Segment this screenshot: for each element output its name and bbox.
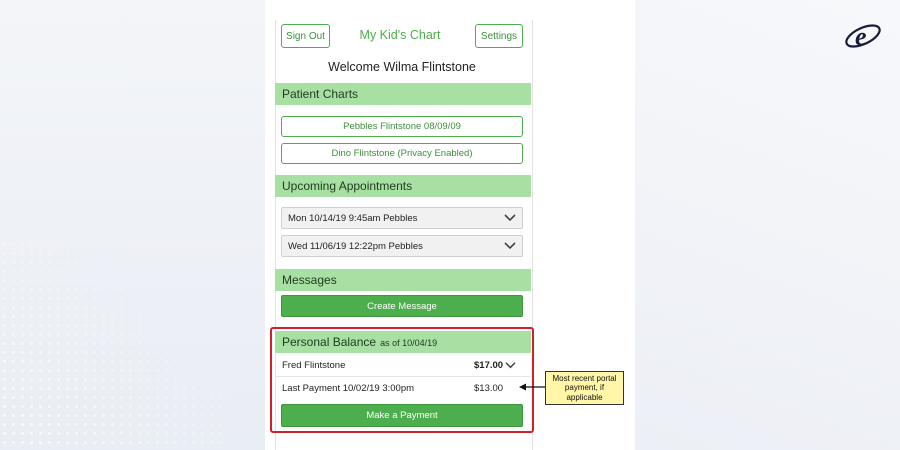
balance-highlight-box: [270, 327, 534, 433]
section-title: Messages: [282, 273, 337, 287]
section-patient-charts: Patient Charts: [275, 83, 531, 105]
settings-button[interactable]: Settings: [475, 24, 523, 48]
appointment-item[interactable]: Wed 11/06/19 12:22pm Pebbles: [281, 235, 523, 257]
e-logo-icon: e: [845, 22, 881, 51]
patient-chart-button[interactable]: Pebbles Flintstone 08/09/09: [281, 116, 523, 137]
patient-chart-button[interactable]: Dino Flintstone (Privacy Enabled): [281, 143, 523, 164]
appointment-label: Mon 10/14/19 9:45am Pebbles: [288, 212, 418, 224]
dot-pattern: [0, 240, 230, 450]
background-right: [635, 0, 900, 450]
appointment-item[interactable]: Mon 10/14/19 9:45am Pebbles: [281, 207, 523, 229]
annotation-callout: Most recent portal payment, if applicabl…: [545, 371, 624, 405]
welcome-text: Welcome Wilma Flintstone: [328, 60, 476, 74]
arrow-left-icon: [519, 383, 546, 391]
create-message-button[interactable]: Create Message: [281, 295, 523, 317]
background-left: [0, 0, 265, 450]
section-title: Patient Charts: [282, 87, 359, 101]
chevron-down-icon[interactable]: [504, 241, 516, 251]
section-messages: Messages: [275, 269, 531, 291]
page-title: My Kid's Chart: [359, 28, 441, 42]
svg-text:e: e: [855, 22, 867, 51]
section-upcoming-appointments: Upcoming Appointments: [275, 175, 531, 197]
section-title: Upcoming Appointments: [282, 179, 413, 193]
chevron-down-icon[interactable]: [504, 213, 516, 223]
callout-text: Most recent portal payment, if applicabl…: [552, 373, 617, 402]
appointment-label: Wed 11/06/19 12:22pm Pebbles: [288, 240, 423, 252]
sign-out-button[interactable]: Sign Out: [281, 24, 330, 48]
